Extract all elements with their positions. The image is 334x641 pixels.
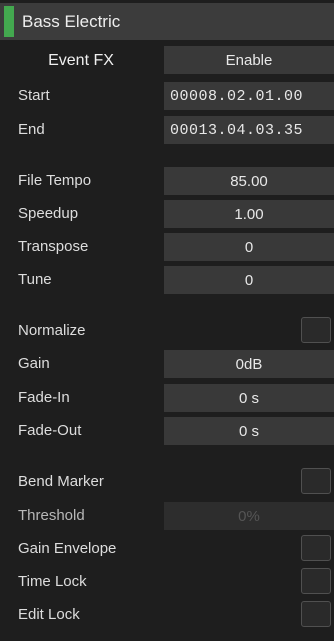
edit-lock-checkbox[interactable] bbox=[301, 601, 331, 627]
file-tempo-field[interactable]: 85.00 bbox=[164, 167, 334, 195]
event-name: Bass Electric bbox=[22, 12, 121, 31]
normalize-checkbox[interactable] bbox=[301, 317, 331, 343]
start-label: Start bbox=[18, 87, 50, 104]
fade-in-field[interactable]: 0 s bbox=[164, 384, 334, 412]
speedup-field[interactable]: 1.00 bbox=[164, 200, 334, 228]
file-tempo-label: File Tempo bbox=[18, 172, 92, 189]
threshold-label: Threshold bbox=[18, 507, 85, 524]
event-header[interactable]: Bass Electric bbox=[0, 3, 334, 40]
end-label: End bbox=[18, 121, 45, 138]
gain-envelope-label: Gain Envelope bbox=[18, 540, 117, 557]
bend-marker-label: Bend Marker bbox=[18, 473, 104, 490]
event-fx-label: Event FX bbox=[48, 52, 114, 69]
gain-label: Gain bbox=[18, 355, 50, 372]
transpose-label: Transpose bbox=[18, 238, 89, 255]
event-fx-enable-button[interactable]: Enable bbox=[164, 46, 334, 74]
gain-field[interactable]: 0dB bbox=[164, 350, 334, 378]
fade-in-label: Fade-In bbox=[18, 389, 70, 406]
time-lock-label: Time Lock bbox=[18, 573, 87, 590]
end-position-field[interactable]: 00013.04.03.35 bbox=[164, 116, 334, 144]
tune-label: Tune bbox=[18, 271, 52, 288]
speedup-label: Speedup bbox=[18, 205, 79, 222]
tune-field[interactable]: 0 bbox=[164, 266, 334, 294]
edit-lock-label: Edit Lock bbox=[18, 606, 80, 623]
bend-marker-checkbox[interactable] bbox=[301, 468, 331, 494]
transpose-field[interactable]: 0 bbox=[164, 233, 334, 261]
start-position-field[interactable]: 00008.02.01.00 bbox=[164, 82, 334, 110]
normalize-label: Normalize bbox=[18, 322, 86, 339]
track-color-swatch bbox=[4, 6, 14, 37]
gain-envelope-checkbox[interactable] bbox=[301, 535, 331, 561]
fade-out-label: Fade-Out bbox=[18, 422, 82, 439]
fade-out-field[interactable]: 0 s bbox=[164, 417, 334, 445]
time-lock-checkbox[interactable] bbox=[301, 568, 331, 594]
event-inspector-panel: Bass Electric Event FX Enable Start 0000… bbox=[0, 0, 334, 641]
threshold-field: 0% bbox=[164, 502, 334, 530]
